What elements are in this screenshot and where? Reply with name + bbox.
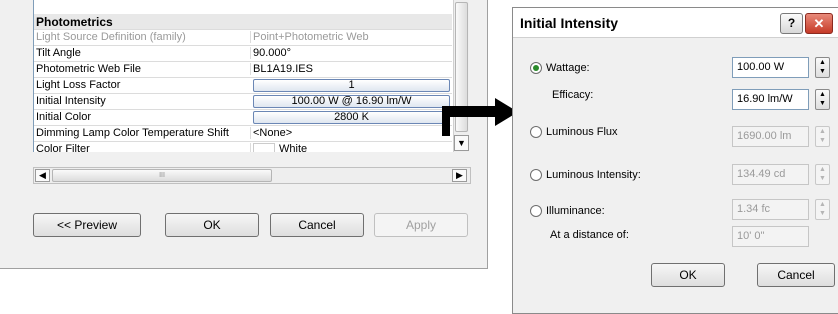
cancel-button[interactable]: Cancel [270, 213, 364, 237]
light-loss-factor-button[interactable]: 1 [253, 79, 450, 92]
property-name: Light Loss Factor [36, 79, 121, 91]
property-name: Color Filter [36, 143, 90, 152]
efficacy-label: Efficacy: [552, 89, 594, 101]
scroll-left-icon[interactable]: ◀ [35, 169, 50, 182]
property-name: Dimming Lamp Color Temperature Shift [36, 127, 229, 139]
radio-luminous-intensity[interactable] [530, 169, 542, 181]
illuminance-input[interactable]: 1.34 fc [732, 199, 809, 220]
preview-button[interactable]: << Preview [33, 213, 141, 237]
close-button[interactable]: ✕ [805, 13, 833, 34]
property-row-light-loss-factor[interactable]: Light Loss Factor 1 [34, 78, 452, 94]
cancel-button[interactable]: Cancel [757, 263, 835, 287]
property-name: Photometrics [36, 15, 113, 29]
property-row-dimming-shift[interactable]: Dimming Lamp Color Temperature Shift <No… [34, 126, 452, 142]
callout-arrow-icon [442, 98, 518, 136]
distance-label: At a distance of: [550, 229, 629, 241]
apply-button[interactable]: Apply [374, 213, 468, 237]
horizontal-scroll-thumb[interactable]: III [52, 169, 272, 182]
radio-wattage[interactable] [530, 62, 542, 74]
initial-intensity-button[interactable]: 100.00 W @ 16.90 lm/W [253, 95, 450, 108]
property-row-initial-intensity[interactable]: Initial Intensity 100.00 W @ 16.90 lm/W [34, 94, 452, 110]
wattage-label: Wattage: [546, 62, 590, 74]
properties-dialog: Photometrics Light Source Definition (fa… [0, 0, 488, 269]
property-name: Initial Intensity [36, 95, 106, 107]
property-value[interactable]: BL1A19.IES [250, 63, 451, 75]
luminous-flux-input[interactable]: 1690.00 lm [732, 126, 809, 147]
color-filter-value[interactable]: White [250, 143, 451, 152]
property-row-initial-color[interactable]: Initial Color 2800 K [34, 110, 452, 126]
color-swatch [253, 143, 275, 152]
luminous-flux-label: Luminous Flux [546, 126, 618, 138]
ok-button[interactable]: OK [165, 213, 259, 237]
property-row-color-filter[interactable]: Color Filter White [34, 142, 452, 152]
property-value[interactable]: 90.000° [250, 47, 451, 59]
property-name: Light Source Definition (family) [36, 31, 186, 43]
initial-color-button[interactable]: 2800 K [253, 111, 450, 124]
radio-illuminance[interactable] [530, 205, 542, 217]
property-name: Initial Color [36, 111, 92, 123]
wattage-spinner[interactable]: ▲ ▼ [815, 57, 830, 78]
property-row-tilt-angle[interactable]: Tilt Angle 90.000° [34, 46, 452, 62]
horizontal-scrollbar[interactable]: ◀ III ▶ [33, 167, 471, 184]
property-name: Tilt Angle [36, 47, 81, 59]
scroll-right-icon[interactable]: ▶ [452, 169, 467, 182]
property-name: Photometric Web File [36, 63, 141, 75]
property-row-photometric-web-file[interactable]: Photometric Web File BL1A19.IES [34, 62, 452, 78]
distance-input[interactable]: 10' 0" [732, 226, 809, 247]
efficacy-input[interactable]: 16.90 lm/W [732, 89, 809, 110]
illuminance-label: Illuminance: [546, 205, 605, 217]
title-bar[interactable]: Initial Intensity ? ✕ [513, 8, 838, 38]
wattage-input[interactable]: 100.00 W [732, 57, 809, 78]
luminous-intensity-input[interactable]: 134.49 cd [732, 164, 809, 185]
illuminance-spinner[interactable]: ▲ ▼ [815, 199, 830, 220]
radio-luminous-flux[interactable] [530, 126, 542, 138]
luminous-intensity-label: Luminous Intensity: [546, 169, 641, 181]
efficacy-spinner[interactable]: ▲ ▼ [815, 89, 830, 110]
property-row-light-source-definition[interactable]: Light Source Definition (family) Point+P… [34, 30, 452, 46]
ok-button[interactable]: OK [651, 263, 725, 287]
initial-intensity-dialog: Initial Intensity ? ✕ Wattage: 100.00 W … [512, 7, 838, 314]
luminous-flux-spinner[interactable]: ▲ ▼ [815, 126, 830, 147]
radio-selected-dot [533, 65, 539, 71]
dialog-title: Initial Intensity [520, 15, 619, 31]
properties-grid: Photometrics Light Source Definition (fa… [33, 0, 454, 152]
property-value[interactable]: <None> [250, 127, 451, 139]
color-filter-label: White [279, 143, 308, 152]
group-header-photometrics[interactable]: Photometrics [34, 14, 452, 30]
luminous-intensity-spinner[interactable]: ▲ ▼ [815, 164, 830, 185]
help-button[interactable]: ? [780, 13, 803, 34]
property-value: Point+Photometric Web [250, 31, 451, 43]
